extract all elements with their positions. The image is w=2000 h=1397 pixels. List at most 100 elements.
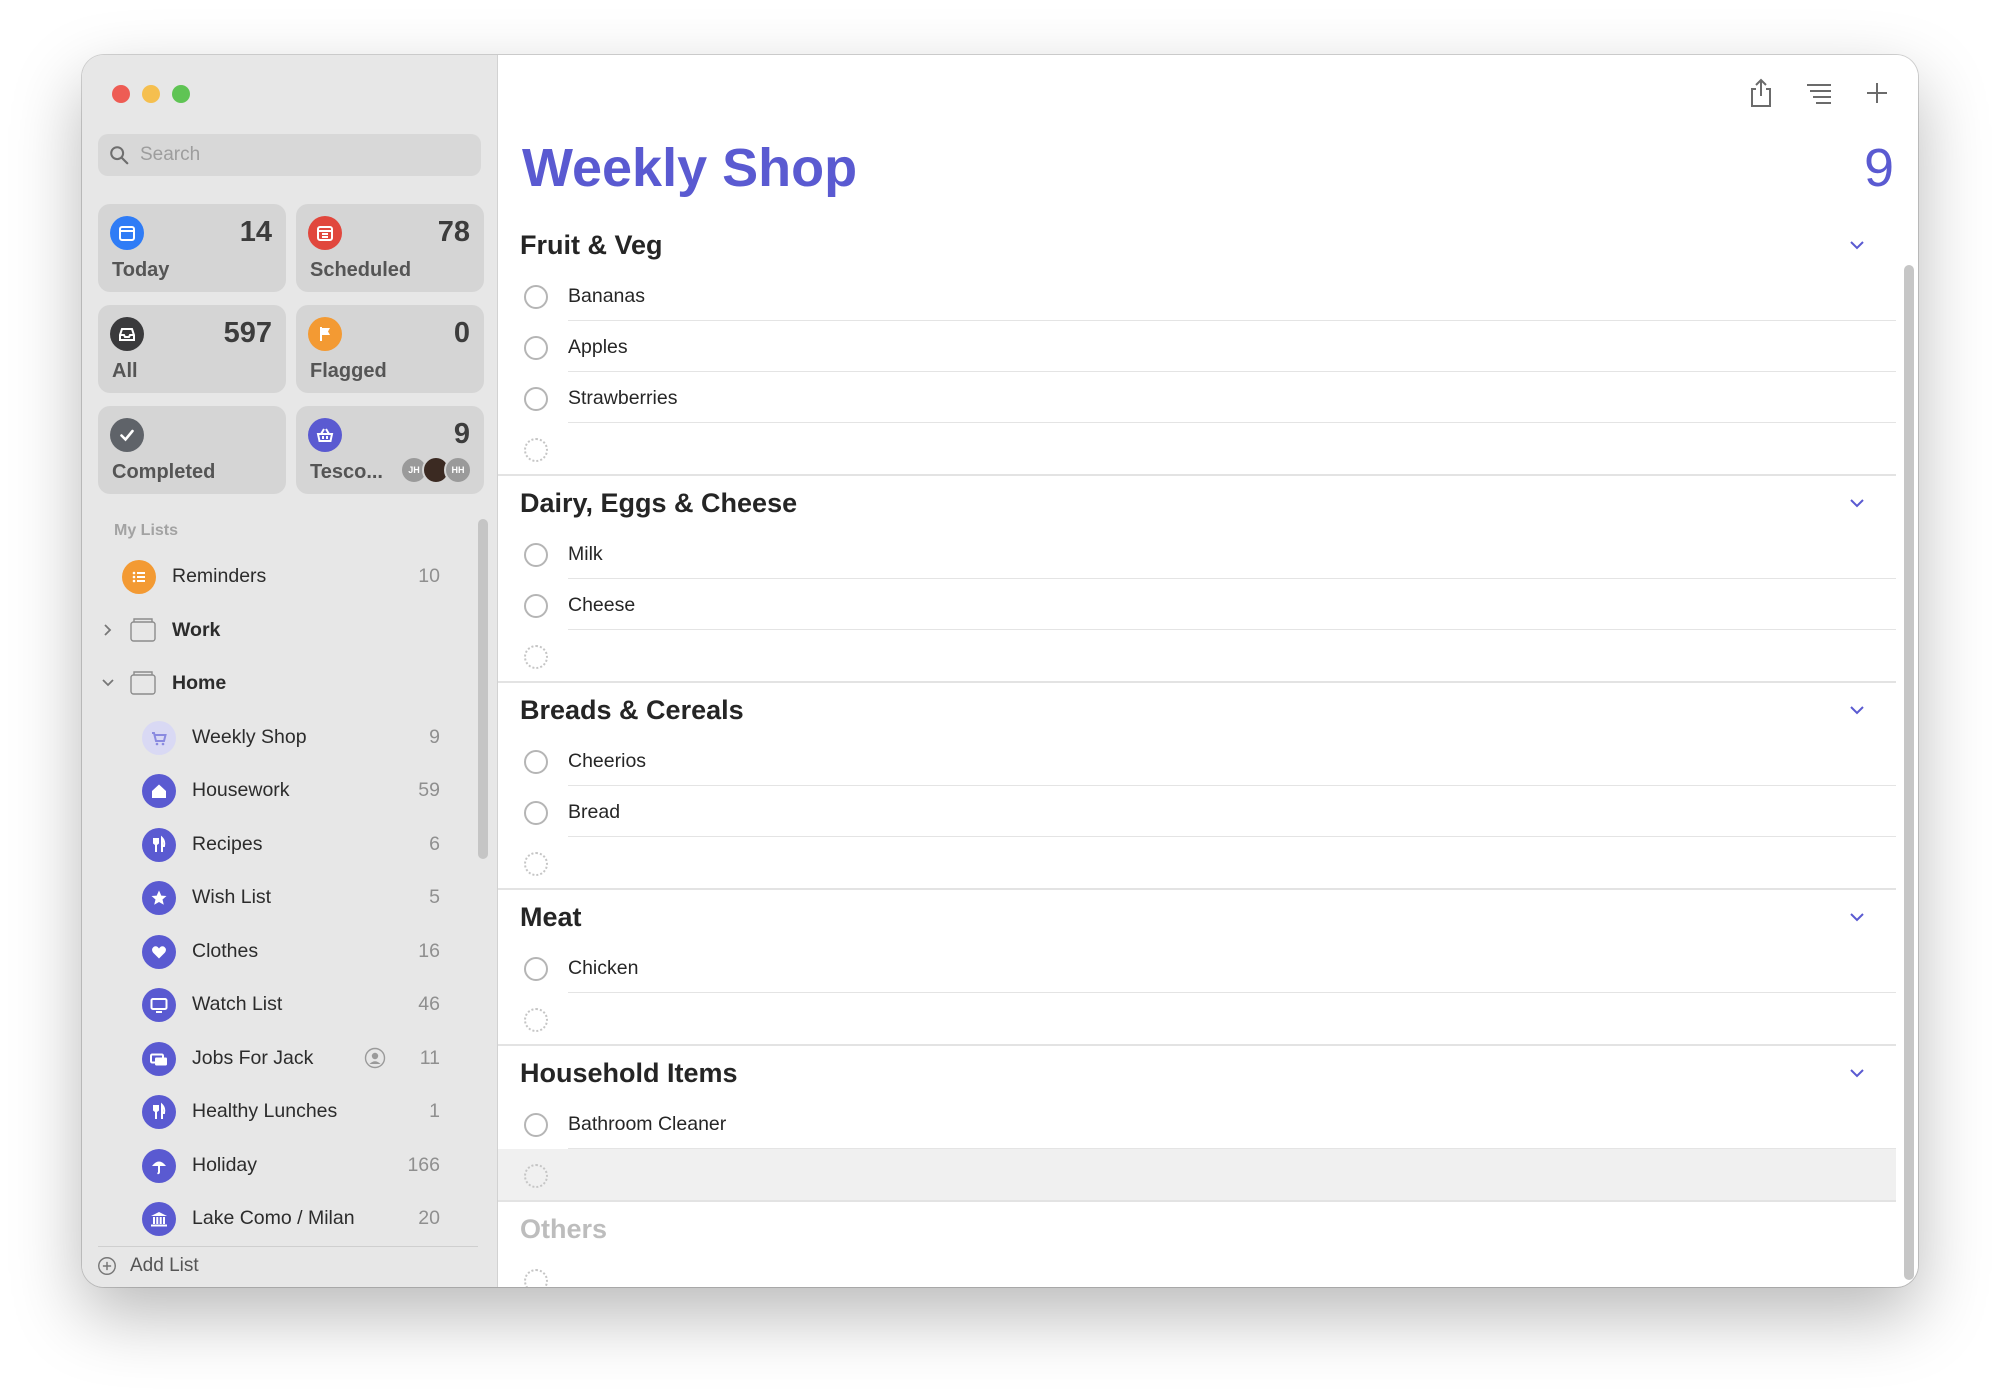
share-button[interactable] bbox=[1746, 77, 1776, 109]
reminder-row[interactable]: Bananas bbox=[498, 270, 1896, 321]
reminder-checkbox[interactable] bbox=[524, 387, 548, 411]
list-title[interactable]: Weekly Shop bbox=[522, 137, 857, 199]
section-header[interactable]: Fruit & Veg bbox=[498, 218, 1896, 270]
sidebar-item-weekly-shop[interactable]: Weekly Shop 9 bbox=[82, 711, 482, 764]
sidebar-scrollbar[interactable] bbox=[478, 519, 488, 859]
chevron-down-icon[interactable] bbox=[1848, 236, 1866, 254]
reminder-title[interactable]: Bread bbox=[568, 801, 620, 824]
reminder-row[interactable]: Apples bbox=[498, 321, 1896, 372]
list-group-home[interactable]: Home bbox=[82, 657, 482, 710]
section-header[interactable]: Meat bbox=[498, 890, 1896, 942]
new-reminder-row[interactable] bbox=[498, 993, 1896, 1044]
new-reminder-checkbox[interactable] bbox=[524, 1164, 548, 1188]
sidebar-item-holiday[interactable]: Holiday 166 bbox=[82, 1139, 482, 1192]
sidebar-item-lake-como-milan[interactable]: Lake Como / Milan 20 bbox=[82, 1192, 482, 1245]
reminder-title[interactable]: Bananas bbox=[568, 285, 645, 308]
smart-list-tesco[interactable]: 9 Tesco... JH HH bbox=[296, 406, 484, 494]
section-others: Others bbox=[498, 1202, 1896, 1287]
new-reminder-row[interactable] bbox=[498, 1254, 1896, 1287]
section-header[interactable]: Breads & Cereals bbox=[498, 683, 1896, 735]
sidebar-item-jobs-for-jack[interactable]: Jobs For Jack 11 bbox=[82, 1032, 482, 1085]
reminder-row[interactable]: Chicken bbox=[498, 942, 1896, 993]
reminder-checkbox[interactable] bbox=[524, 594, 548, 618]
section-title[interactable]: Household Items bbox=[520, 1058, 738, 1089]
reminder-checkbox[interactable] bbox=[524, 1113, 548, 1137]
sidebar-item-wish-list[interactable]: Wish List 5 bbox=[82, 871, 482, 924]
chevron-down-icon[interactable] bbox=[1848, 494, 1866, 512]
reminder-row[interactable]: Bathroom Cleaner bbox=[498, 1098, 1896, 1149]
sidebar-item-count: 6 bbox=[429, 832, 440, 855]
minimize-button[interactable] bbox=[142, 85, 160, 103]
sidebar-item-housework[interactable]: Housework 59 bbox=[82, 764, 482, 817]
new-reminder-button[interactable] bbox=[1862, 77, 1892, 109]
reminder-title[interactable]: Strawberries bbox=[568, 387, 677, 410]
reminder-title[interactable]: Apples bbox=[568, 336, 628, 359]
reminder-checkbox[interactable] bbox=[524, 750, 548, 774]
sidebar-item-watch-list[interactable]: Watch List 46 bbox=[82, 978, 482, 1031]
section-title[interactable]: Dairy, Eggs & Cheese bbox=[520, 488, 797, 519]
chevron-down-icon[interactable] bbox=[100, 675, 116, 691]
chevron-right-icon[interactable] bbox=[100, 622, 116, 638]
new-reminder-row[interactable] bbox=[498, 630, 1896, 681]
new-reminder-checkbox[interactable] bbox=[524, 1269, 548, 1287]
smart-list-completed[interactable]: Completed bbox=[98, 406, 286, 494]
new-reminder-row[interactable] bbox=[498, 423, 1896, 474]
reminder-row[interactable]: Strawberries bbox=[498, 372, 1896, 423]
section-title[interactable]: Meat bbox=[520, 902, 582, 933]
chevron-down-icon[interactable] bbox=[1848, 908, 1866, 926]
section-header[interactable]: Dairy, Eggs & Cheese bbox=[498, 476, 1896, 528]
reminder-checkbox[interactable] bbox=[524, 801, 548, 825]
reminder-row[interactable]: Cheese bbox=[498, 579, 1896, 630]
smart-list-flagged[interactable]: 0 Flagged bbox=[296, 305, 484, 393]
zoom-button[interactable] bbox=[172, 85, 190, 103]
search-placeholder: Search bbox=[140, 144, 201, 165]
chevron-down-icon[interactable] bbox=[1848, 701, 1866, 719]
list-group-work[interactable]: Work bbox=[82, 604, 482, 657]
reminder-checkbox[interactable] bbox=[524, 543, 548, 567]
smart-list-count: 9 bbox=[453, 418, 470, 450]
sidebar-item-clothes[interactable]: Clothes 16 bbox=[82, 925, 482, 978]
search-field[interactable]: Search bbox=[98, 134, 481, 176]
my-lists-heading: My Lists bbox=[114, 522, 179, 539]
sidebar-item-recipes[interactable]: Recipes 6 bbox=[82, 818, 482, 871]
smart-list-label: All bbox=[112, 360, 138, 382]
section-header[interactable]: Household Items bbox=[498, 1046, 1896, 1098]
sidebar-item-healthy-lunches[interactable]: Healthy Lunches 1 bbox=[82, 1085, 482, 1138]
reminder-checkbox[interactable] bbox=[524, 957, 548, 981]
section-title[interactable]: Others bbox=[520, 1214, 607, 1245]
sidebar-item-reminders[interactable]: Reminders 10 bbox=[82, 550, 482, 603]
reminder-title[interactable]: Chicken bbox=[568, 957, 638, 980]
view-options-button[interactable] bbox=[1804, 77, 1834, 109]
reminder-row[interactable]: Bread bbox=[498, 786, 1896, 837]
new-reminder-checkbox[interactable] bbox=[524, 645, 548, 669]
reminder-title[interactable]: Milk bbox=[568, 543, 603, 566]
reminder-checkbox[interactable] bbox=[524, 336, 548, 360]
list-options-icon bbox=[1807, 84, 1831, 104]
reminder-row[interactable]: Cheerios bbox=[498, 735, 1896, 786]
smart-list-label: Scheduled bbox=[310, 259, 412, 281]
new-reminder-checkbox[interactable] bbox=[524, 852, 548, 876]
main-scrollbar[interactable] bbox=[1904, 265, 1914, 1280]
new-reminder-checkbox[interactable] bbox=[524, 1008, 548, 1032]
shared-avatars: JH HH bbox=[400, 456, 472, 484]
cart-icon bbox=[142, 720, 176, 755]
close-button[interactable] bbox=[112, 85, 130, 103]
section-title[interactable]: Fruit & Veg bbox=[520, 230, 663, 261]
sidebar: Search 14 Today 78 Scheduled 597 All 0 Flagged C… bbox=[82, 55, 498, 1287]
section-header[interactable]: Others bbox=[498, 1202, 1896, 1254]
reminder-title[interactable]: Cheerios bbox=[568, 750, 646, 773]
smart-list-today[interactable]: 14 Today bbox=[98, 204, 286, 292]
smart-list-scheduled[interactable]: 78 Scheduled bbox=[296, 204, 484, 292]
section-title[interactable]: Breads & Cereals bbox=[520, 695, 744, 726]
new-reminder-row[interactable] bbox=[498, 1149, 1896, 1200]
chevron-down-icon[interactable] bbox=[1848, 1064, 1866, 1082]
new-reminder-checkbox[interactable] bbox=[524, 438, 548, 462]
smart-list-count: 597 bbox=[223, 317, 272, 349]
smart-list-all[interactable]: 597 All bbox=[98, 305, 286, 393]
reminder-checkbox[interactable] bbox=[524, 285, 548, 309]
add-list-button[interactable]: Add List bbox=[96, 1253, 199, 1279]
reminder-title[interactable]: Bathroom Cleaner bbox=[568, 1113, 726, 1136]
reminder-title[interactable]: Cheese bbox=[568, 594, 635, 617]
new-reminder-row[interactable] bbox=[498, 837, 1896, 888]
reminder-row[interactable]: Milk bbox=[498, 528, 1896, 579]
